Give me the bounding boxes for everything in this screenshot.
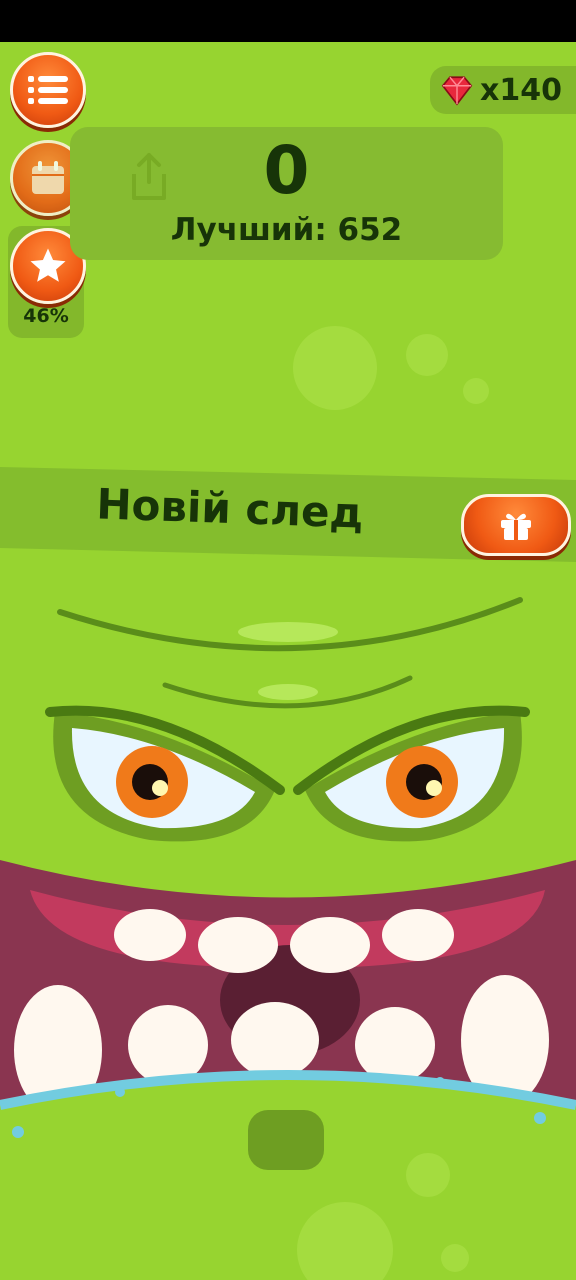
gem-icon — [441, 76, 473, 106]
stars-percent: 46% — [23, 305, 69, 327]
gems-counter[interactable]: x140 — [430, 66, 576, 114]
menu-button[interactable] — [10, 52, 86, 128]
gems-count: x140 — [480, 72, 562, 108]
score-value: 0 — [263, 132, 310, 209]
list-icon — [28, 76, 68, 104]
best-score-label: Лучший: 652 — [170, 212, 403, 248]
calendar-icon — [32, 161, 64, 194]
gift-button[interactable] — [461, 494, 571, 556]
star-icon — [30, 248, 66, 282]
gift-icon — [501, 513, 531, 540]
status-bar — [0, 0, 576, 42]
